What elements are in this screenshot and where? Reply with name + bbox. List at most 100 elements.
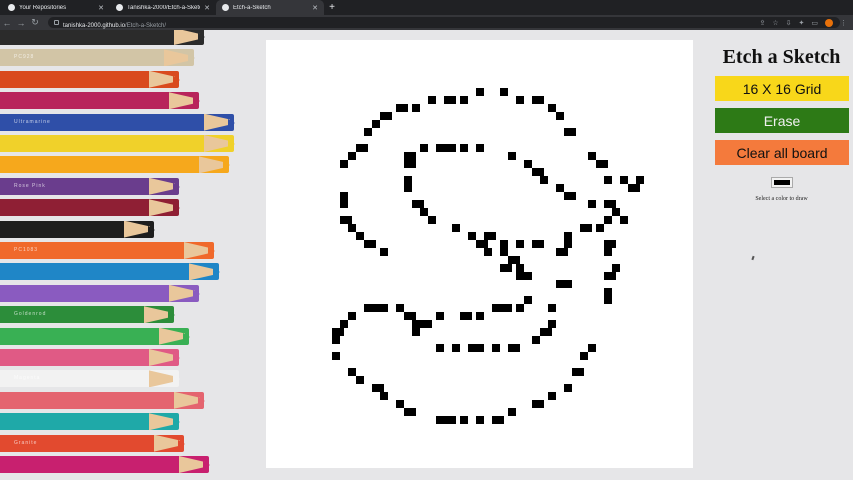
reload-icon[interactable]: ↻ bbox=[28, 15, 42, 30]
sketch-pixel bbox=[484, 248, 492, 256]
pencil bbox=[0, 391, 205, 409]
sketch-pixel bbox=[380, 392, 388, 400]
pencil-brand-label: Goldenrod bbox=[14, 311, 47, 318]
close-icon[interactable]: ✕ bbox=[98, 4, 104, 12]
pencil bbox=[0, 156, 230, 174]
sketch-pixel bbox=[540, 176, 548, 184]
tab-etch-a-sketch[interactable]: Etch-a-Sketch ✕ bbox=[216, 0, 324, 15]
sketch-pixel bbox=[628, 184, 640, 192]
sketch-pixel bbox=[564, 128, 576, 136]
sketch-pixel bbox=[420, 144, 428, 152]
sketch-pixel bbox=[596, 160, 608, 168]
sketch-pixel bbox=[420, 208, 428, 216]
menu-icon[interactable]: ⋮ bbox=[840, 19, 847, 27]
sketch-pixel bbox=[588, 200, 596, 208]
sketch-pixel bbox=[460, 144, 468, 152]
sketch-pixel bbox=[620, 176, 628, 184]
sketch-pixel bbox=[524, 296, 532, 304]
sketch-pixel bbox=[404, 176, 412, 184]
download-icon[interactable]: ⇩ bbox=[786, 19, 792, 27]
pencil bbox=[0, 413, 180, 431]
sidebar-icon[interactable]: ▭ bbox=[811, 19, 818, 27]
sketch-pixel bbox=[564, 240, 572, 248]
sketch-pixel bbox=[356, 376, 364, 384]
mouse-cursor bbox=[751, 255, 755, 261]
sketch-pixel bbox=[604, 272, 616, 280]
sketch-pixel bbox=[588, 152, 596, 160]
sketch-pixel bbox=[500, 240, 508, 248]
page-viewport: PC928 Ultramarine Rose Pink PC1083 Goldenrod… bbox=[0, 30, 853, 480]
sketch-pixel bbox=[548, 392, 556, 400]
sketch-pixel bbox=[348, 152, 356, 160]
pencil bbox=[0, 30, 205, 45]
sketch-pixel bbox=[476, 88, 484, 96]
sketch-pixel bbox=[460, 312, 472, 320]
pencil-brand-label: Granite bbox=[14, 439, 38, 446]
sketch-pixel bbox=[348, 312, 356, 320]
sketch-pixel bbox=[396, 304, 404, 312]
tab-title: Etch-a-Sketch bbox=[233, 4, 271, 11]
sketch-pixel bbox=[332, 336, 340, 344]
profile-avatar[interactable] bbox=[825, 18, 833, 27]
close-icon[interactable]: ✕ bbox=[204, 4, 210, 12]
sketch-pixel bbox=[564, 232, 572, 240]
sketch-pixel bbox=[476, 416, 484, 424]
sketch-pixel bbox=[356, 232, 364, 240]
pencil: PC1083 bbox=[0, 242, 215, 259]
back-arrow-icon[interactable]: ← bbox=[0, 15, 14, 30]
sketch-pixel bbox=[412, 328, 420, 336]
pencil bbox=[0, 349, 180, 366]
color-hint: Select a color to draw bbox=[755, 196, 808, 202]
sketch-pixel bbox=[380, 112, 392, 120]
sketch-pixel bbox=[396, 400, 404, 408]
color-picker[interactable] bbox=[770, 177, 793, 188]
sketch-pixel bbox=[620, 216, 628, 224]
sketch-pixel bbox=[412, 200, 424, 208]
globe-icon bbox=[222, 4, 229, 11]
tab-title: Your Repositories bbox=[19, 4, 67, 11]
sketch-pixel bbox=[364, 240, 376, 248]
share-icon[interactable]: ⇪ bbox=[759, 19, 765, 27]
sketch-pixel bbox=[476, 344, 484, 352]
sketch-pixel bbox=[460, 96, 468, 104]
pencil bbox=[0, 135, 235, 152]
tab-title: Tanishka-2000/Etch-a-Sketch bbox=[127, 4, 201, 11]
erase-button[interactable]: Erase bbox=[715, 108, 849, 133]
sketch-pixel bbox=[428, 96, 436, 104]
pencil bbox=[0, 92, 200, 110]
sketch-pixel bbox=[476, 144, 484, 152]
sketch-pixel bbox=[428, 216, 436, 224]
new-tab-button[interactable]: + bbox=[326, 0, 338, 15]
sketch-pixel bbox=[444, 96, 456, 104]
sketch-board[interactable] bbox=[266, 40, 693, 468]
clear-board-button[interactable]: Clear all board bbox=[715, 140, 849, 165]
pencils-background-image: PC928 Ultramarine Rose Pink PC1083 Goldenrod… bbox=[0, 30, 260, 480]
pencil bbox=[0, 284, 200, 302]
sketch-pixel bbox=[340, 192, 348, 200]
sketch-pixel bbox=[444, 416, 456, 424]
address-bar[interactable]: tanishka-2000.github.io/Etch-a-Sketch/ bbox=[48, 17, 840, 29]
sketch-pixel bbox=[348, 224, 356, 232]
bookmark-star-icon[interactable]: ☆ bbox=[772, 19, 778, 27]
sketch-pixel bbox=[516, 272, 524, 280]
sketch-pixel bbox=[436, 416, 444, 424]
grid-size-button[interactable]: 16 X 16 Grid bbox=[715, 76, 849, 101]
sketch-pixel bbox=[420, 320, 432, 328]
extensions-icon[interactable]: ✦ bbox=[799, 19, 805, 27]
sketch-pixel bbox=[516, 264, 524, 272]
sketch-pixel bbox=[508, 408, 516, 416]
close-icon[interactable]: ✕ bbox=[312, 4, 318, 12]
sketch-pixel bbox=[404, 312, 416, 320]
pencil-brand-label: Magenta bbox=[14, 375, 41, 382]
sketch-pixel bbox=[580, 352, 588, 360]
color-swatch bbox=[773, 180, 790, 185]
sketch-pixel bbox=[588, 344, 596, 352]
sketch-pixel bbox=[508, 256, 520, 264]
sketch-pixel bbox=[508, 152, 516, 160]
github-icon bbox=[116, 4, 123, 11]
control-panel: Etch a Sketch 16 X 16 Grid Erase Clear a… bbox=[713, 40, 850, 202]
forward-arrow-icon[interactable]: → bbox=[14, 15, 28, 30]
pencil bbox=[0, 70, 180, 88]
pencil bbox=[0, 327, 190, 345]
toolbar-icons: ⇪ ☆ ⇩ ✦ ▭ ⋮ bbox=[759, 15, 847, 30]
